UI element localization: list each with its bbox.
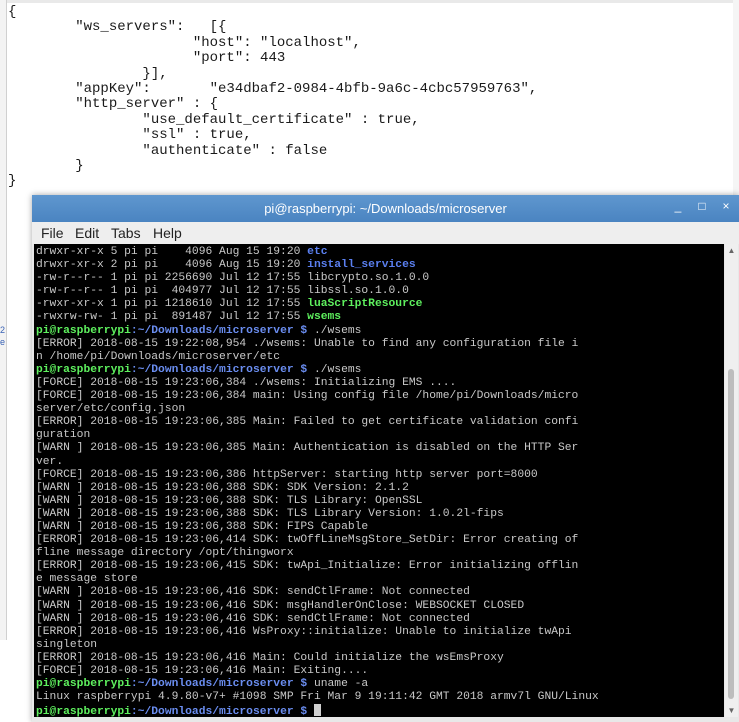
- minimize-icon[interactable]: _: [671, 199, 685, 213]
- output-line: fline message directory /opt/thingworx: [36, 547, 294, 560]
- prompt-path: :~/Downloads/microserver $: [130, 678, 308, 691]
- editor-line: }: [8, 158, 84, 175]
- terminal-titlebar[interactable]: pi@raspberrypi: ~/Downloads/microserver …: [32, 195, 739, 222]
- gutter-mark: e: [0, 337, 6, 347]
- editor-line: "host": "localhost",: [8, 34, 361, 51]
- listing-name: install_services: [307, 259, 416, 272]
- listing-perm: drwxr-xr-x 5 pi pi 4096 Aug 15 19:20: [36, 246, 308, 258]
- scroll-up-icon[interactable]: ▲: [726, 245, 737, 256]
- output-line: [FORCE] 2018-08-15 19:23:06,386 httpServ…: [36, 468, 538, 481]
- output-line: [WARN ] 2018-08-15 19:23:06,416 SDK: sen…: [36, 612, 470, 625]
- listing-perm: drwxr-xr-x 2 pi pi 4096 Aug 15 19:20: [36, 259, 308, 272]
- output-line: [FORCE] 2018-08-15 19:23:06,384 main: Us…: [36, 390, 579, 403]
- listing-perm: -rwxr-xr-x 1 pi pi 1218610 Jul 12 17:55: [36, 298, 308, 311]
- config-json-text[interactable]: { "ws_servers": [{ "host": "localhost", …: [8, 4, 538, 190]
- editor-line: "port": 443: [8, 50, 286, 67]
- listing-perm: -rw-r--r-- 1 pi pi 404977 Jul 12 17:55: [36, 285, 308, 298]
- output-line: server/etc/config.json: [36, 403, 186, 416]
- output-line: [WARN ] 2018-08-15 19:23:06,388 SDK: SDK…: [36, 481, 409, 494]
- terminal-output[interactable]: drwxr-xr-x 5 pi pi 4096 Aug 15 19:20 etc…: [34, 244, 724, 717]
- output-line: [WARN ] 2018-08-15 19:23:06,385 Main: Au…: [36, 442, 579, 455]
- prompt-user: pi@raspberrypi: [36, 706, 131, 717]
- output-line: [FORCE] 2018-08-15 19:23:06,416 Main: Ex…: [36, 665, 369, 677]
- listing-perm: -rw-r--r-- 1 pi pi 2256690 Jul 12 17:55: [36, 272, 308, 285]
- prompt-command: uname -a: [307, 678, 369, 691]
- prompt-command: ./wsems: [307, 363, 362, 376]
- gutter-marks: 2e: [0, 324, 5, 348]
- output-line: [WARN ] 2018-08-15 19:23:06,416 SDK: sen…: [36, 586, 470, 599]
- terminal-scrollbar[interactable]: ▲ ▼: [725, 244, 738, 717]
- output-line: [ERROR] 2018-08-15 19:22:08,954 ./wsems:…: [36, 337, 579, 350]
- prompt-path: :~/Downloads/microserver $: [130, 363, 308, 376]
- maximize-icon[interactable]: □: [695, 199, 709, 213]
- output-line: [WARN ] 2018-08-15 19:23:06,388 SDK: TLS…: [36, 494, 423, 507]
- terminal-window: pi@raspberrypi: ~/Downloads/microserver …: [32, 195, 739, 722]
- listing-name: luaScriptResource: [307, 298, 423, 311]
- scroll-down-icon[interactable]: ▼: [726, 705, 737, 716]
- editor-line: "ws_servers": [{: [8, 19, 227, 36]
- output-line: Linux raspberrypi 4.9.80-v7+ #1098 SMP F…: [36, 691, 599, 704]
- close-icon[interactable]: ×: [719, 199, 733, 213]
- prompt-path: :~/Downloads/microserver $: [130, 706, 314, 717]
- editor-line: "ssl" : true,: [8, 127, 252, 144]
- menu-file[interactable]: File: [41, 225, 64, 241]
- window-controls: _ □ ×: [671, 199, 733, 213]
- editor-line: {: [8, 4, 17, 20]
- prompt-user: pi@raspberrypi: [36, 324, 131, 337]
- menu-edit[interactable]: Edit: [75, 225, 99, 241]
- editor-line: }],: [8, 65, 168, 82]
- prompt-user: pi@raspberrypi: [36, 363, 131, 376]
- menu-tabs[interactable]: Tabs: [111, 225, 141, 241]
- output-line: guration: [36, 429, 91, 442]
- window-title: pi@raspberrypi: ~/Downloads/microserver: [264, 201, 507, 216]
- editor-line: "http_server" : {: [8, 96, 219, 113]
- listing-name: libssl.so.1.0.0: [307, 285, 409, 298]
- output-line: [WARN ] 2018-08-15 19:23:06,388 SDK: TLS…: [36, 507, 504, 520]
- output-line: [ERROR] 2018-08-15 19:23:06,416 WsProxy:…: [36, 625, 572, 638]
- listing-name: libcrypto.so.1.0.0: [307, 272, 430, 285]
- editor-line: "use_default_certificate" : true,: [8, 111, 420, 128]
- output-line: [ERROR] 2018-08-15 19:23:06,385 Main: Fa…: [36, 416, 579, 429]
- output-line: [ERROR] 2018-08-15 19:23:06,414 SDK: twO…: [36, 534, 579, 547]
- output-line: e message store: [36, 573, 138, 586]
- terminal-text[interactable]: drwxr-xr-x 5 pi pi 4096 Aug 15 19:20 etc…: [34, 244, 724, 717]
- prompt-path: :~/Downloads/microserver $: [130, 324, 308, 337]
- editor-line: "authenticate" : false: [8, 142, 328, 159]
- output-line: singleton: [36, 638, 98, 651]
- prompt-user: pi@raspberrypi: [36, 678, 131, 691]
- cursor-icon: [313, 704, 321, 717]
- editor-line: "appKey": "e34dbaf2-0984-4bfb-9a6c-4cbc5…: [8, 81, 538, 98]
- output-line: ver.: [36, 455, 64, 468]
- editor-line: }: [8, 173, 17, 190]
- scrollbar-thumb[interactable]: [728, 369, 734, 699]
- output-line: [ERROR] 2018-08-15 19:23:06,416 Main: Co…: [36, 651, 504, 664]
- editor-top-strip: [0, 0, 739, 3]
- menu-help[interactable]: Help: [153, 225, 182, 241]
- output-line: n /home/pi/Downloads/microserver/etc: [36, 350, 281, 363]
- terminal-menubar: File Edit Tabs Help: [32, 222, 739, 244]
- output-line: [ERROR] 2018-08-15 19:23:06,415 SDK: twA…: [36, 560, 579, 573]
- output-line: [FORCE] 2018-08-15 19:23:06,384 ./wsems:…: [36, 376, 457, 389]
- prompt-command: ./wsems: [307, 324, 362, 337]
- editor-left-gutter: [0, 0, 7, 640]
- listing-name: wsems: [307, 311, 342, 324]
- output-line: [WARN ] 2018-08-15 19:23:06,416 SDK: msg…: [36, 599, 525, 612]
- listing-name: etc: [307, 246, 328, 258]
- output-line: [WARN ] 2018-08-15 19:23:06,388 SDK: FIP…: [36, 520, 369, 533]
- gutter-mark: 2: [0, 325, 6, 335]
- listing-perm: -rwxrw-rw- 1 pi pi 891487 Jul 12 17:55: [36, 311, 308, 324]
